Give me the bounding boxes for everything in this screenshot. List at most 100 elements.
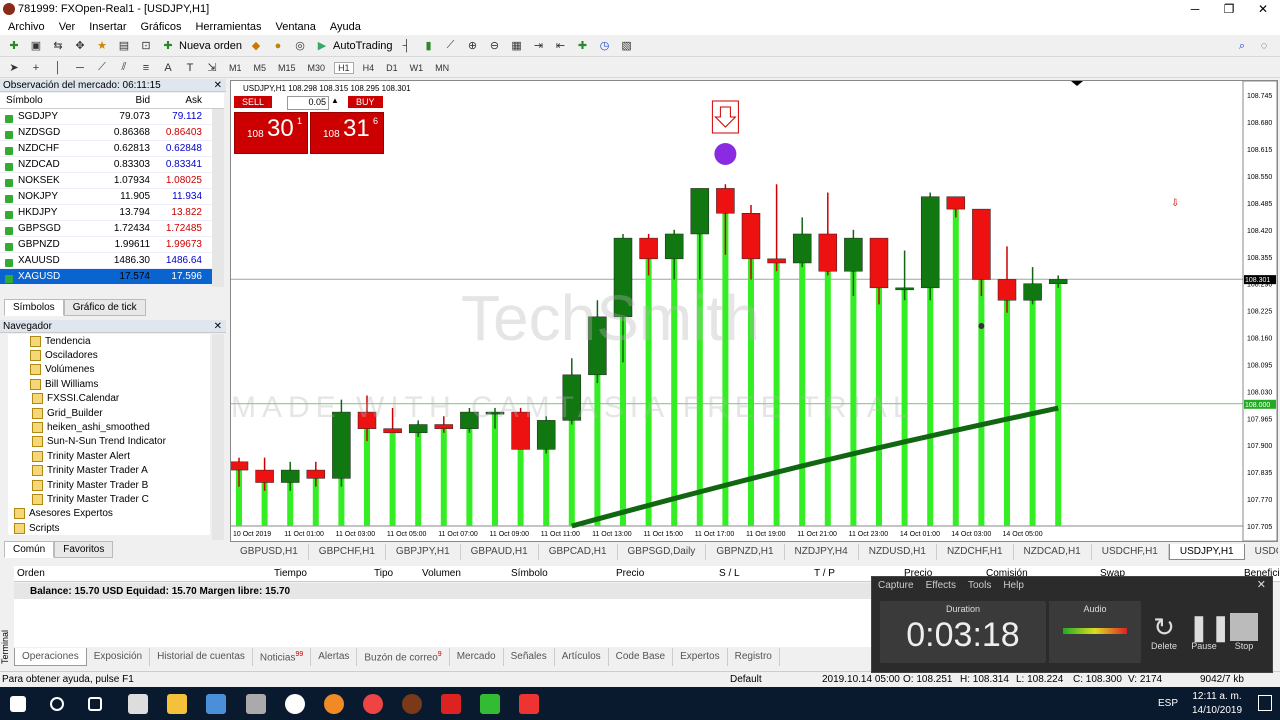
calculator-icon[interactable]: [128, 694, 148, 714]
navigator-item[interactable]: Grid_Builder: [8, 406, 210, 420]
crosshair-icon[interactable]: +: [28, 60, 44, 76]
terminal-col[interactable]: T / P: [814, 568, 835, 579]
chart-tab[interactable]: USDJPY,H1: [1168, 544, 1245, 560]
navigator-item[interactable]: Tendencia: [8, 334, 210, 348]
chat-icon[interactable]: ◌: [1256, 38, 1272, 54]
camtasia-recorder-icon[interactable]: [519, 694, 539, 714]
lot-input[interactable]: 0.05: [287, 96, 329, 110]
menu-archivo[interactable]: Archivo: [8, 21, 45, 33]
close-button[interactable]: ✕: [1246, 0, 1280, 18]
chart-tab[interactable]: GBPCHF,H1: [309, 544, 386, 560]
zoom-out-icon[interactable]: ⊖: [487, 38, 503, 54]
tab-favoritos[interactable]: Favoritos: [54, 541, 114, 558]
terminal-col[interactable]: Volumen: [422, 568, 461, 579]
col-ask[interactable]: Ask: [150, 95, 208, 106]
market-watch-row[interactable]: XAGUSD 17.574 17.596: [0, 269, 224, 285]
terminal-col[interactable]: S / L: [719, 568, 740, 579]
chart-tab[interactable]: GBPCAD,H1: [539, 544, 618, 560]
menu-insertar[interactable]: Insertar: [89, 21, 126, 33]
navigator-item[interactable]: Trinity Master Trader A: [8, 464, 210, 478]
autotrading-button[interactable]: ▶ AutoTrading: [314, 38, 393, 54]
delete-button[interactable]: ↻ Delete: [1149, 613, 1179, 651]
recorder-menu-item[interactable]: Effects: [926, 580, 956, 591]
navigator-item[interactable]: Trinity Master Trader B: [8, 478, 210, 492]
navigator-icon[interactable]: ★: [94, 38, 110, 54]
terminal-icon[interactable]: ▤: [116, 38, 132, 54]
search-taskbar-icon[interactable]: [50, 697, 64, 711]
recorder-close-icon[interactable]: ✕: [1257, 578, 1266, 591]
chart-tab[interactable]: NZDCAD,H1: [1014, 544, 1092, 560]
new-chart-icon[interactable]: ✚: [6, 38, 22, 54]
terminal-col[interactable]: Orden: [17, 568, 45, 579]
candle-chart-icon[interactable]: ▮: [421, 38, 437, 54]
terminal-tab[interactable]: Registro: [728, 648, 780, 666]
recorder-menu-item[interactable]: Tools: [968, 580, 991, 591]
col-bid[interactable]: Bid: [90, 95, 150, 106]
camtasia-icon-green[interactable]: [480, 694, 500, 714]
tf-m30[interactable]: M30: [305, 63, 329, 73]
tf-mn[interactable]: MN: [432, 63, 452, 73]
navigator-close-icon[interactable]: ✕: [214, 321, 222, 332]
tab-grafico-tick[interactable]: Gráfico de tick: [63, 299, 146, 316]
market-watch-close-icon[interactable]: ✕: [214, 80, 222, 91]
vertical-line-icon[interactable]: │: [50, 60, 66, 76]
chart-tab[interactable]: NZDJPY,H4: [785, 544, 859, 560]
tf-m5[interactable]: M5: [251, 63, 270, 73]
chart-tab[interactable]: NZDUSD,H1: [859, 544, 937, 560]
market-watch-row[interactable]: HKDJPY 13.794 13.822: [0, 205, 224, 221]
taskview-icon[interactable]: [88, 697, 102, 711]
sell-price-button[interactable]: 108 30 1: [234, 112, 308, 154]
periods-icon[interactable]: ◷: [597, 38, 613, 54]
label-icon[interactable]: T: [182, 60, 198, 76]
terminal-tab[interactable]: Historial de cuentas: [150, 648, 253, 666]
tester-icon[interactable]: ⊡: [138, 38, 154, 54]
tile-icon[interactable]: ▦: [509, 38, 525, 54]
line-chart-icon[interactable]: ⟋: [443, 38, 459, 54]
menu-ayuda[interactable]: Ayuda: [330, 21, 361, 33]
recorder-menu-item[interactable]: Help: [1003, 580, 1024, 591]
bar-chart-icon[interactable]: ┤: [399, 38, 415, 54]
col-symbol[interactable]: Símbolo: [0, 95, 90, 106]
stop-button[interactable]: Stop: [1228, 613, 1260, 651]
market-watch-row[interactable]: NZDSGD 0.86368 0.86403: [0, 125, 224, 141]
app-icon-blue[interactable]: [206, 694, 226, 714]
market-watch-row[interactable]: SGDJPY 79.073 79.112: [0, 109, 224, 125]
terminal-tab[interactable]: Code Base: [609, 648, 674, 666]
text-icon[interactable]: A: [160, 60, 176, 76]
taskbar-date[interactable]: 14/10/2019: [1187, 705, 1247, 716]
audio-meter[interactable]: [1063, 628, 1127, 634]
navigator-item[interactable]: Sun-N-Sun Trend Indicator: [8, 435, 210, 449]
tf-m15[interactable]: M15: [275, 63, 299, 73]
taskbar-lang[interactable]: ESP: [1158, 698, 1178, 709]
editor-icon[interactable]: ◆: [248, 38, 264, 54]
chart-tab[interactable]: GBPNZD,H1: [706, 544, 785, 560]
terminal-tab[interactable]: Mercado: [450, 648, 504, 666]
chart-tab[interactable]: NZDCHF,H1: [937, 544, 1014, 560]
tf-h1[interactable]: H1: [334, 61, 354, 74]
app-icon-gray[interactable]: [246, 694, 266, 714]
restore-button[interactable]: ❐: [1212, 0, 1246, 18]
explorer-icon[interactable]: [167, 694, 187, 714]
buy-button-label[interactable]: BUY: [348, 96, 383, 108]
market-watch-row[interactable]: XAUUSD 1486.30 1486.64: [0, 253, 224, 269]
tab-comun[interactable]: Común: [4, 541, 55, 558]
lot-stepper-up[interactable]: ▲: [331, 96, 339, 105]
app-icon-orange[interactable]: [324, 694, 344, 714]
navigator-scripts[interactable]: Scripts: [8, 521, 210, 535]
terminal-tab[interactable]: Noticias99: [253, 648, 312, 666]
chart-tab[interactable]: USDCHF,H1: [1092, 544, 1169, 560]
terminal-tab[interactable]: Artículos: [555, 648, 609, 666]
terminal-tab[interactable]: Expertos: [673, 648, 728, 666]
navigator-item[interactable]: Trinity Master Trader C: [8, 492, 210, 506]
navigator-item[interactable]: FXSSI.Calendar: [8, 392, 210, 406]
indicators-icon[interactable]: ✚: [575, 38, 591, 54]
data-window-icon[interactable]: ✥: [72, 38, 88, 54]
horizontal-line-icon[interactable]: ─: [72, 60, 88, 76]
sell-button-label[interactable]: SELL: [234, 96, 273, 108]
chart-tab[interactable]: GBPAUD,H1: [461, 544, 539, 560]
chart-shift-icon[interactable]: ⇤: [553, 38, 569, 54]
menu-ver[interactable]: Ver: [59, 21, 76, 33]
tf-d1[interactable]: D1: [383, 63, 401, 73]
signals-icon[interactable]: ◎: [292, 38, 308, 54]
mt4-icon[interactable]: [402, 694, 422, 714]
